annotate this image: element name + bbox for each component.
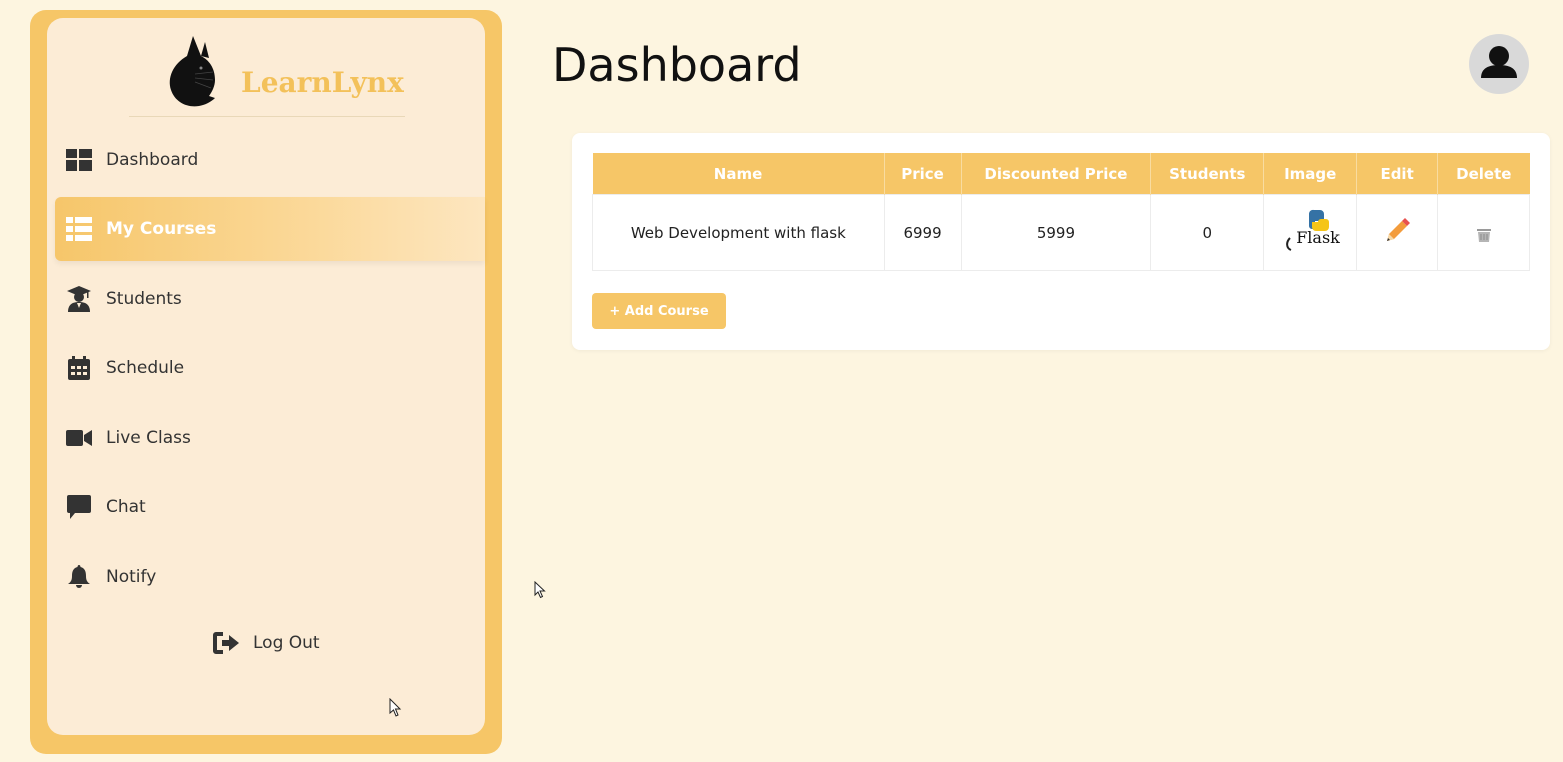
column-header-edit[interactable]: Edit (1356, 153, 1439, 195)
courses-card: Name Price Discounted Price Students Ima… (572, 133, 1550, 350)
sidebar-item-label: Schedule (106, 358, 185, 378)
sidebar-item-live-class[interactable]: Live Class (55, 406, 485, 470)
page-title: Dashboard (552, 38, 802, 92)
sidebar-item-dashboard[interactable]: Dashboard (55, 128, 485, 192)
column-header-students[interactable]: Students (1150, 153, 1265, 195)
app-logo[interactable]: LearnLynx (165, 34, 405, 114)
add-course-button[interactable]: + Add Course (592, 293, 726, 329)
cell-course-name: Web Development with flask (592, 194, 885, 271)
mouse-cursor-icon (534, 581, 546, 599)
video-camera-icon (66, 425, 92, 451)
user-icon (1481, 46, 1517, 78)
sidebar-item-label: Dashboard (106, 150, 199, 170)
graduate-icon (66, 286, 92, 312)
column-header-name[interactable]: Name (592, 153, 885, 195)
sidebar-item-notify[interactable]: Notify (55, 545, 485, 609)
cell-delete (1437, 194, 1530, 271)
sidebar-item-label: Chat (106, 497, 146, 517)
dashboard-grid-icon (66, 147, 92, 173)
column-header-discounted-price[interactable]: Discounted Price (961, 153, 1152, 195)
sidebar-item-label: Live Class (106, 428, 191, 448)
cell-edit (1356, 194, 1439, 271)
lynx-logo-icon (169, 36, 215, 107)
sidebar-item-label: Students (106, 289, 182, 309)
mouse-cursor-icon (389, 698, 402, 717)
sidebar-item-my-courses[interactable]: My Courses (55, 197, 485, 261)
sidebar-item-chat[interactable]: Chat (55, 475, 485, 539)
table-row: Web Development with flask 6999 5999 0 F… (592, 194, 1530, 271)
trash-icon[interactable] (1476, 228, 1491, 246)
column-header-image[interactable]: Image (1263, 153, 1358, 195)
user-avatar[interactable] (1469, 34, 1529, 94)
cell-discounted-price: 5999 (960, 194, 1152, 271)
cell-price: 6999 (883, 194, 962, 271)
logo-divider (129, 116, 405, 117)
course-thumbnail: Flask (1282, 208, 1340, 254)
bell-icon (66, 564, 92, 590)
logout-label: Log Out (253, 633, 320, 653)
list-icon (66, 216, 92, 242)
cell-image: Flask (1263, 194, 1358, 271)
column-header-price[interactable]: Price (884, 153, 962, 195)
sidebar-item-label: My Courses (106, 219, 217, 239)
sidebar-item-schedule[interactable]: Schedule (55, 336, 485, 400)
sidebar-item-label: Notify (106, 567, 157, 587)
chat-bubble-icon (66, 494, 92, 520)
sidebar-item-students[interactable]: Students (55, 267, 485, 331)
table-header-row: Name Price Discounted Price Students Ima… (592, 153, 1530, 195)
logout-icon (213, 632, 239, 654)
logout-button[interactable]: Log Out (213, 628, 363, 658)
courses-table: Name Price Discounted Price Students Ima… (592, 153, 1530, 271)
calendar-icon (66, 355, 92, 381)
cell-students: 0 (1150, 194, 1265, 271)
edit-pencil-icon[interactable] (1384, 217, 1411, 248)
column-header-delete[interactable]: Delete (1437, 153, 1530, 195)
sidebar: LearnLynx Dashboard My Courses Students … (47, 18, 485, 735)
app-name: LearnLynx (241, 66, 404, 99)
flask-caption: Flask (1296, 227, 1340, 247)
